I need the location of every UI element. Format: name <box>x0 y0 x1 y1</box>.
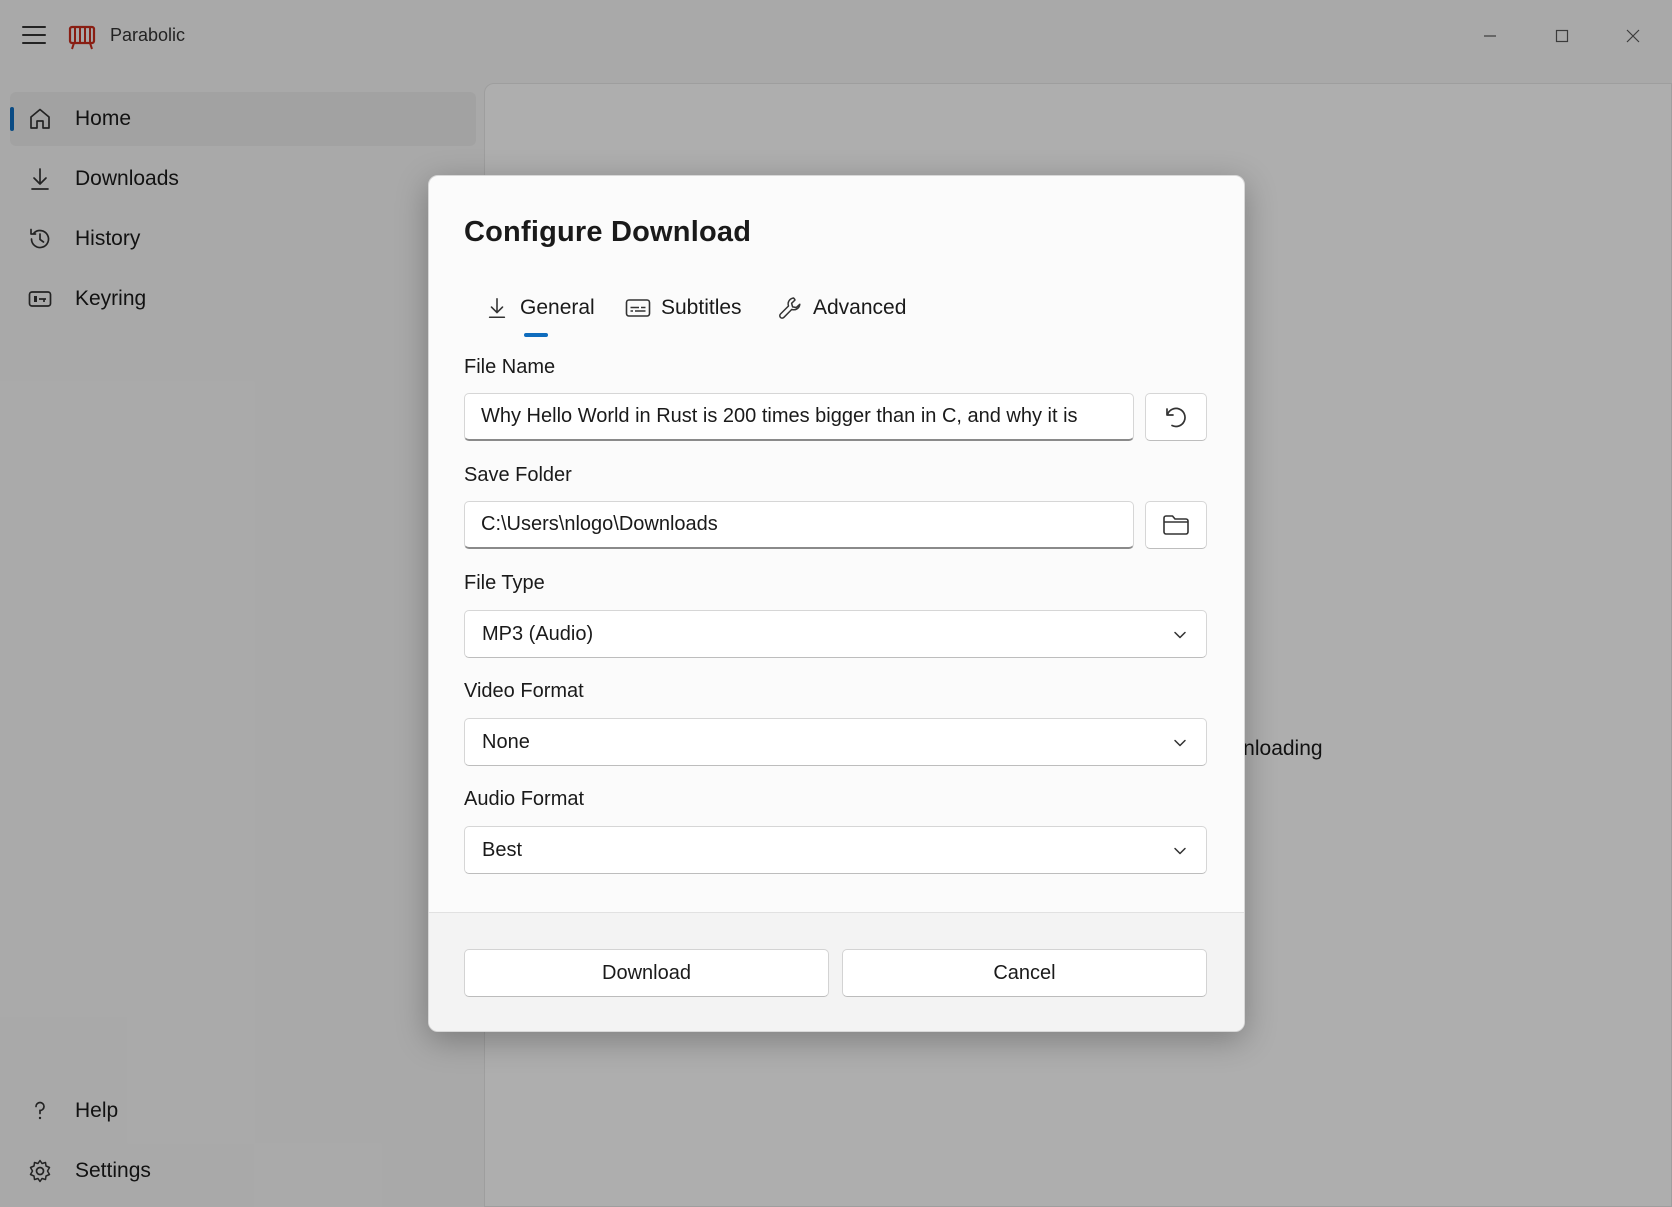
download-icon <box>484 295 510 321</box>
video-format-select[interactable]: None <box>464 718 1207 766</box>
configure-download-dialog: Configure Download General Subtitles Adv… <box>428 175 1245 1032</box>
subtitles-icon <box>625 295 651 321</box>
dialog-title: Configure Download <box>464 216 752 248</box>
file-type-value: MP3 (Audio) <box>482 622 594 645</box>
tab-advanced[interactable]: Advanced <box>777 288 906 328</box>
file-name-input[interactable]: Why Hello World in Rust is 200 times big… <box>464 393 1134 441</box>
file-name-label: File Name <box>464 356 556 378</box>
undo-icon <box>1166 407 1186 428</box>
audio-format-select[interactable]: Best <box>464 826 1207 874</box>
audio-format-label: Audio Format <box>464 788 585 810</box>
audio-format-value: Best <box>482 838 523 861</box>
folder-icon <box>1163 515 1189 535</box>
chevron-down-icon <box>1174 847 1186 855</box>
reset-file-name-button[interactable] <box>1145 393 1207 441</box>
wrench-icon <box>777 295 803 321</box>
tab-subtitles[interactable]: Subtitles <box>625 288 742 328</box>
save-folder-input[interactable]: C:\Users\nlogo\Downloads <box>464 501 1134 549</box>
video-format-label: Video Format <box>464 680 584 702</box>
save-folder-label: Save Folder <box>464 464 572 486</box>
file-type-label: File Type <box>464 572 545 594</box>
download-button[interactable]: Download <box>464 949 829 997</box>
tab-selected-indicator <box>524 333 548 337</box>
chevron-down-icon <box>1174 739 1186 747</box>
tab-label: Subtitles <box>661 296 742 319</box>
cancel-button[interactable]: Cancel <box>842 949 1207 997</box>
browse-folder-button[interactable] <box>1145 501 1207 549</box>
chevron-down-icon <box>1174 631 1186 639</box>
tab-label: Advanced <box>813 296 907 319</box>
dialog-footer: Download Cancel <box>429 912 1244 1031</box>
file-type-select[interactable]: MP3 (Audio) <box>464 610 1207 658</box>
video-format-value: None <box>482 730 530 753</box>
tab-label: General <box>520 296 595 319</box>
tab-general[interactable]: General <box>484 288 595 328</box>
